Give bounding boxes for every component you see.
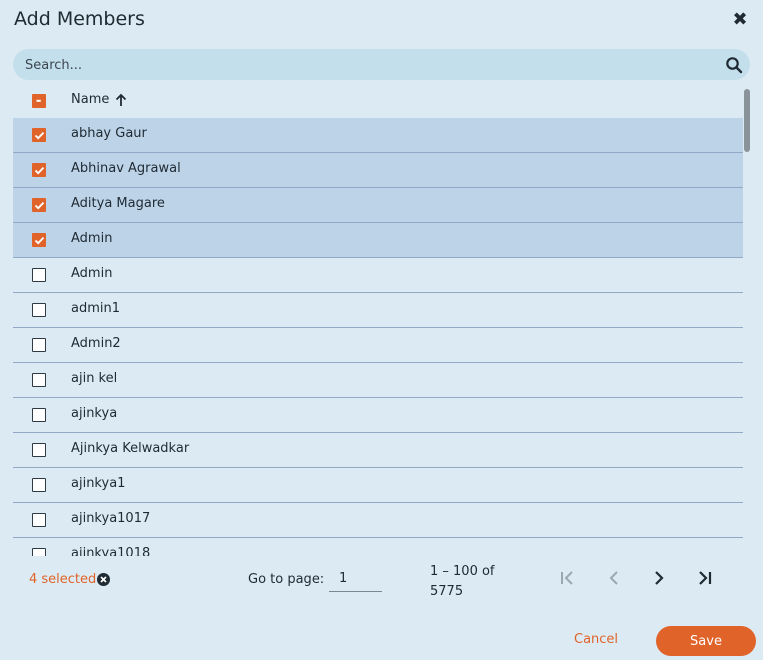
save-button[interactable]: Save [656,626,756,656]
row-checkbox[interactable] [32,128,46,142]
table-header: Name [13,85,743,118]
row-checkbox[interactable] [32,548,46,556]
select-all-checkbox[interactable] [32,94,46,108]
table-row[interactable]: ajin kel [13,363,743,398]
row-checkbox[interactable] [32,303,46,317]
dialog-title: Add Members [14,8,145,30]
row-checkbox[interactable] [32,233,46,247]
selected-count: 4 selected [29,572,97,587]
goto-page-label: Go to page: [248,572,325,587]
first-page-icon[interactable] [558,568,578,588]
member-name: ajinkya [71,406,118,421]
table-row[interactable]: admin1 [13,293,743,328]
member-name: ajin kel [71,371,118,386]
member-name: Admin2 [71,336,121,351]
row-checkbox[interactable] [32,478,46,492]
member-name: abhay Gaur [71,126,147,141]
clear-selection-icon[interactable] [96,572,111,587]
scrollbar-thumb[interactable] [744,89,750,152]
row-checkbox[interactable] [32,163,46,177]
goto-page-input[interactable] [329,566,382,592]
member-name: ajinkya1017 [71,511,151,526]
member-list[interactable]: abhay Gaur Abhinav Agrawal Aditya Magare Ad… [13,118,743,556]
column-header-name[interactable]: Name [71,92,109,107]
row-checkbox[interactable] [32,443,46,457]
table-row[interactable]: ajinkya1017 [13,503,743,538]
member-name: Ajinkya Kelwadkar [71,441,190,456]
row-checkbox[interactable] [32,373,46,387]
row-checkbox[interactable] [32,198,46,212]
member-name: Abhinav Agrawal [71,161,181,176]
member-name: admin1 [71,301,121,316]
previous-page-icon[interactable] [604,568,624,588]
row-checkbox[interactable] [32,408,46,422]
table-row[interactable]: ajinkya [13,398,743,433]
last-page-icon[interactable] [695,568,715,588]
row-checkbox[interactable] [32,268,46,282]
member-name: Admin [71,266,113,281]
range-line-2: 5775 [430,584,464,599]
table-row[interactable]: abhay Gaur [13,118,743,153]
row-checkbox[interactable] [32,338,46,352]
member-name: Admin [71,231,113,246]
pagination-range: 1 – 100 of 5775 [430,562,510,602]
table-row[interactable]: Admin2 [13,328,743,363]
search-input[interactable] [23,49,717,82]
search-bar [13,49,750,82]
table-row[interactable]: Aditya Magare [13,188,743,223]
search-icon[interactable] [725,56,743,74]
member-name: Aditya Magare [71,196,165,211]
next-page-icon[interactable] [649,568,669,588]
cancel-button[interactable]: Cancel [574,632,618,647]
table-row[interactable]: Admin [13,223,743,258]
table-row[interactable]: Admin [13,258,743,293]
member-name: ajinkya1 [71,476,126,491]
sort-up-arrow-icon[interactable] [115,93,127,107]
row-checkbox[interactable] [32,513,46,527]
range-line-1: 1 – 100 of [430,564,495,579]
close-icon[interactable]: ✖ [729,10,751,32]
table-row[interactable]: Abhinav Agrawal [13,153,743,188]
table-row[interactable]: Ajinkya Kelwadkar [13,433,743,468]
table-row[interactable]: ajinkya1 [13,468,743,503]
table-row[interactable]: ajinkya1018 [13,538,743,556]
member-name: ajinkya1018 [71,546,151,556]
